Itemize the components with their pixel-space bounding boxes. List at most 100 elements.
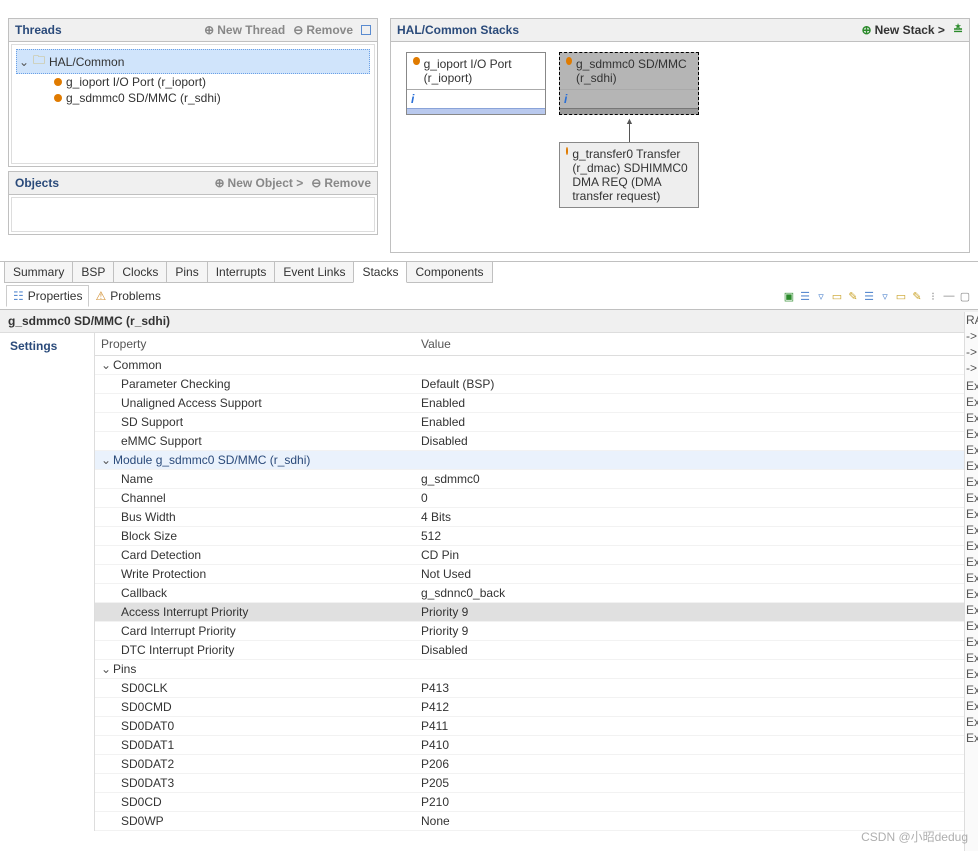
tab-event-links[interactable]: Event Links	[274, 262, 354, 283]
prop-key: SD Support	[95, 413, 415, 431]
row-block-size[interactable]: Block Size512	[95, 527, 978, 546]
row-name[interactable]: Nameg_sdmmc0	[95, 470, 978, 489]
category-settings[interactable]: Settings	[0, 333, 94, 359]
prop-value[interactable]: g_sdnnc0_back	[415, 584, 978, 602]
toolbar-icon-9[interactable]: ✎	[910, 289, 924, 303]
tab-bsp[interactable]: BSP	[72, 262, 114, 283]
info-icon[interactable]: i	[564, 92, 567, 106]
tab-components[interactable]: Components	[406, 262, 492, 283]
property-table: Property Value ⌄Common Parameter Checkin…	[95, 333, 978, 831]
minimize-view-icon[interactable]: —	[942, 289, 956, 303]
prop-value[interactable]: Priority 9	[415, 603, 978, 621]
new-stack-button[interactable]: ⊕ New Stack >	[862, 23, 945, 37]
prop-value[interactable]: P205	[415, 774, 978, 792]
row-sd0cmd[interactable]: SD0CMDP412	[95, 698, 978, 717]
remove-thread-button[interactable]: ⊖ Remove	[293, 23, 353, 37]
info-icon[interactable]: i	[411, 92, 414, 106]
stack-box-transfer[interactable]: g_transfer0 Transfer (r_dmac) SDHIMMC0 D…	[559, 142, 699, 208]
tab-pins[interactable]: Pins	[166, 262, 207, 283]
gutter-text: Ex	[965, 682, 978, 698]
group-pins[interactable]: ⌄Pins	[95, 660, 978, 679]
prop-key: Callback	[95, 584, 415, 602]
group-module[interactable]: ⌄Module g_sdmmc0 SD/MMC (r_sdhi)	[95, 451, 978, 470]
tree-item-sdmmc[interactable]: g_sdmmc0 SD/MMC (r_sdhi)	[16, 90, 370, 106]
prop-value[interactable]: P412	[415, 698, 978, 716]
row-emmc-support[interactable]: eMMC SupportDisabled	[95, 432, 978, 451]
prop-value[interactable]: Default (BSP)	[415, 375, 978, 393]
new-object-button[interactable]: ⊕ New Object >	[214, 176, 303, 190]
row-sd0clk[interactable]: SD0CLKP413	[95, 679, 978, 698]
prop-value[interactable]: P210	[415, 793, 978, 811]
group-label: Module g_sdmmc0 SD/MMC (r_sdhi)	[113, 453, 310, 467]
view-problems[interactable]: ⚠ Problems	[89, 286, 166, 306]
maximize-view-icon[interactable]: ▢	[958, 289, 972, 303]
prop-value[interactable]: P413	[415, 679, 978, 697]
row-sd0cd[interactable]: SD0CDP210	[95, 793, 978, 812]
prop-value[interactable]: Enabled	[415, 413, 978, 431]
prop-value[interactable]: Disabled	[415, 641, 978, 659]
toolbar-icon-4[interactable]: ▭	[830, 289, 844, 303]
tab-stacks[interactable]: Stacks	[353, 262, 407, 283]
page-title	[0, 0, 978, 10]
tree-root-hal-common[interactable]: ⌄ 🗀 HAL/Common	[16, 49, 370, 74]
tab-clocks[interactable]: Clocks	[113, 262, 167, 283]
stack-box-ioport[interactable]: g_ioport I/O Port (r_ioport) i	[406, 52, 546, 115]
row-channel[interactable]: Channel0	[95, 489, 978, 508]
group-common[interactable]: ⌄Common	[95, 356, 978, 375]
row-sd0wp[interactable]: SD0WPNone	[95, 812, 978, 831]
row-callback[interactable]: Callbackg_sdnnc0_back	[95, 584, 978, 603]
stack-bar	[407, 108, 545, 114]
toolbar-icon-1[interactable]: ▣	[782, 289, 796, 303]
extend-stack-button[interactable]: ≛	[953, 23, 963, 37]
row-card-interrupt-priority[interactable]: Card Interrupt PriorityPriority 9	[95, 622, 978, 641]
toolbar-icon-6[interactable]: ☰	[862, 289, 876, 303]
prop-value[interactable]: P410	[415, 736, 978, 754]
prop-value[interactable]: Not Used	[415, 565, 978, 583]
views-strip: ☷ Properties ⚠ Problems ▣ ☰ ▿ ▭ ✎ ☰ ▿ ▭ …	[0, 283, 978, 310]
minimize-icon[interactable]	[361, 25, 371, 35]
remove-object-button[interactable]: ⊖ Remove	[311, 176, 371, 190]
prop-value[interactable]: CD Pin	[415, 546, 978, 564]
row-card-detection[interactable]: Card DetectionCD Pin	[95, 546, 978, 565]
toolbar-icon-2[interactable]: ☰	[798, 289, 812, 303]
filter-icon[interactable]: ▿	[814, 289, 828, 303]
tab-interrupts[interactable]: Interrupts	[207, 262, 276, 283]
chevron-down-icon[interactable]: ⌄	[19, 55, 29, 69]
row-dtc-interrupt-priority[interactable]: DTC Interrupt PriorityDisabled	[95, 641, 978, 660]
prop-value[interactable]: g_sdmmc0	[415, 470, 978, 488]
stacks-title: HAL/Common Stacks	[397, 23, 519, 37]
prop-value[interactable]: Enabled	[415, 394, 978, 412]
toolbar-icon-5[interactable]: ✎	[846, 289, 860, 303]
toolbar-icon-8[interactable]: ▭	[894, 289, 908, 303]
row-sd0dat1[interactable]: SD0DAT1P410	[95, 736, 978, 755]
prop-key: DTC Interrupt Priority	[95, 641, 415, 659]
view-properties[interactable]: ☷ Properties	[6, 285, 89, 307]
tree-item-ioport[interactable]: g_ioport I/O Port (r_ioport)	[16, 74, 370, 90]
gutter-text: Ex	[965, 586, 978, 602]
tab-summary[interactable]: Summary	[4, 262, 73, 283]
row-parameter-checking[interactable]: Parameter CheckingDefault (BSP)	[95, 375, 978, 394]
group-label: Common	[113, 358, 162, 372]
row-sd0dat3[interactable]: SD0DAT3P205	[95, 774, 978, 793]
prop-value[interactable]: P411	[415, 717, 978, 735]
prop-value[interactable]: 4 Bits	[415, 508, 978, 526]
prop-value[interactable]: Priority 9	[415, 622, 978, 640]
prop-value[interactable]: P206	[415, 755, 978, 773]
module-icon	[566, 57, 572, 65]
stacks-panel: HAL/Common Stacks ⊕ New Stack > ≛ g_iopo…	[390, 18, 970, 253]
row-sd0dat2[interactable]: SD0DAT2P206	[95, 755, 978, 774]
row-sd0dat0[interactable]: SD0DAT0P411	[95, 717, 978, 736]
filter-icon-2[interactable]: ▿	[878, 289, 892, 303]
stack-box-sdmmc[interactable]: g_sdmmc0 SD/MMC (r_sdhi) i	[559, 52, 699, 115]
stacks-canvas[interactable]: g_ioport I/O Port (r_ioport) i g_sdmmc0 …	[391, 42, 969, 252]
prop-value[interactable]: 512	[415, 527, 978, 545]
row-write-protection[interactable]: Write ProtectionNot Used	[95, 565, 978, 584]
new-thread-button[interactable]: ⊕ New Thread	[204, 23, 285, 37]
prop-value[interactable]: Disabled	[415, 432, 978, 450]
row-bus-width[interactable]: Bus Width4 Bits	[95, 508, 978, 527]
row-unaligned-access[interactable]: Unaligned Access SupportEnabled	[95, 394, 978, 413]
prop-value[interactable]: 0	[415, 489, 978, 507]
row-sd-support[interactable]: SD SupportEnabled	[95, 413, 978, 432]
tree-icon[interactable]: ⁝	[926, 289, 940, 303]
row-access-interrupt-priority[interactable]: Access Interrupt PriorityPriority 9	[95, 603, 978, 622]
